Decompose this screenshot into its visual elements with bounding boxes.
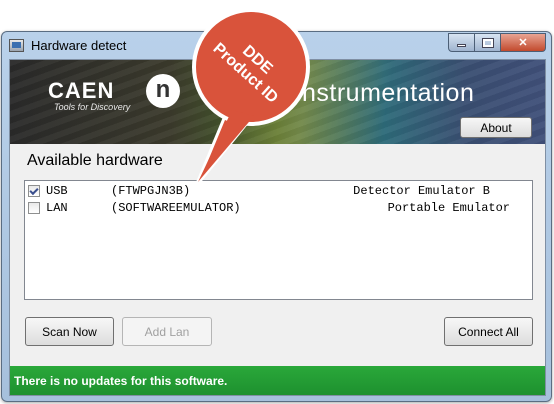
n-logo-icon: n (146, 74, 180, 108)
hardware-row-usb[interactable]: USB (FTWPGJN3B) Detector Emulator B (25, 183, 532, 199)
hardware-checkbox-usb[interactable] (28, 185, 40, 197)
caen-tagline: Tools for Discovery (54, 102, 131, 112)
hardware-serial: (FTWPGJN3B) (111, 184, 191, 198)
status-bar: There is no updates for this software. (10, 366, 545, 395)
maximize-button[interactable] (475, 33, 501, 52)
scan-now-button[interactable]: Scan Now (25, 317, 114, 346)
minimize-icon (457, 44, 466, 47)
add-lan-button[interactable]: Add Lan (122, 317, 212, 346)
app-icon (9, 39, 24, 52)
caption-buttons: ✕ (448, 33, 546, 52)
close-button[interactable]: ✕ (501, 33, 546, 52)
banner-text: nstrumentation (302, 79, 475, 107)
hardware-row-lan[interactable]: LAN (SOFTWAREEMULATOR) Portable Emulator (25, 200, 532, 216)
window-title: Hardware detect (31, 38, 127, 53)
status-text: There is no updates for this software. (14, 374, 228, 388)
connect-all-button[interactable]: Connect All (444, 317, 533, 346)
available-hardware-title: Available hardware (27, 152, 163, 169)
hardware-checkbox-lan[interactable] (28, 202, 40, 214)
hardware-type: LAN (46, 201, 68, 215)
hardware-type: USB (46, 184, 68, 198)
hardware-list[interactable]: USB (FTWPGJN3B) Detector Emulator B LAN … (24, 180, 533, 300)
hardware-description: Detector Emulator B (353, 184, 490, 198)
n-logo-letter: n (155, 75, 171, 103)
maximize-icon (481, 37, 494, 48)
hardware-serial: (SOFTWAREEMULATOR) (111, 201, 241, 215)
close-icon: ✕ (518, 37, 528, 49)
minimize-button[interactable] (448, 33, 475, 52)
caen-logo: CAEN (48, 78, 115, 103)
hardware-description: Portable Emulator (387, 201, 510, 215)
about-button[interactable]: About (460, 117, 532, 138)
